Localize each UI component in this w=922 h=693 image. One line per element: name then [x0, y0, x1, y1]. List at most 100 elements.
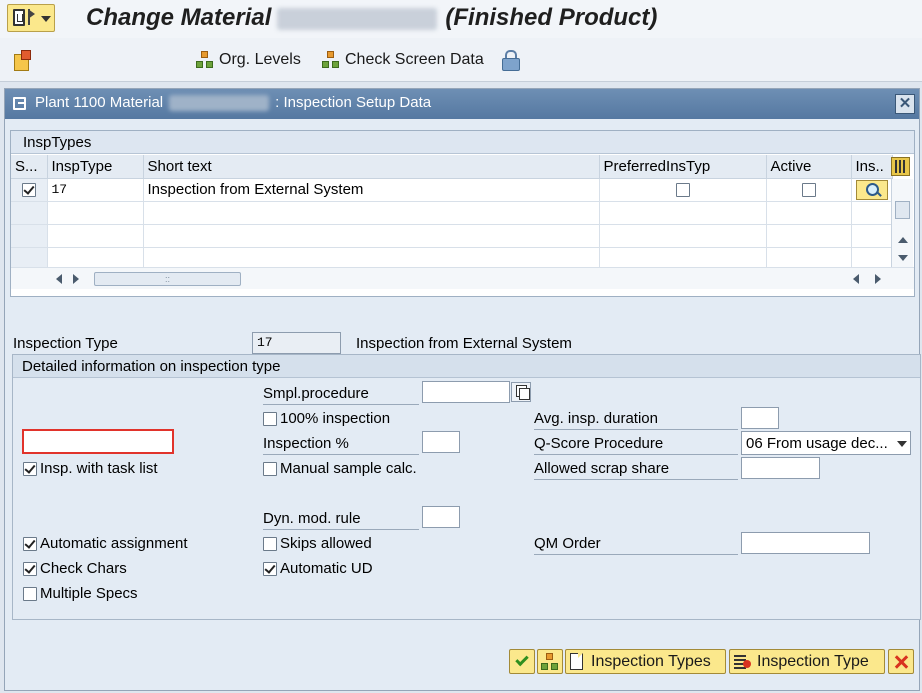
- menu-icon: [13, 9, 25, 26]
- detail-cell[interactable]: [851, 178, 893, 202]
- inspection-type-button[interactable]: Inspection Type: [729, 649, 885, 674]
- row-selector[interactable]: [11, 224, 48, 248]
- multiple-specs-checkbox-box[interactable]: [23, 586, 37, 601]
- insp-types-table: InspTypes S... InspType Short text Prefe…: [10, 130, 915, 297]
- insp-types-grid: S... InspType Short text PreferredInsTyp…: [11, 155, 893, 271]
- vertical-scrollbar[interactable]: [891, 179, 913, 267]
- insp-task-list-checkbox-box[interactable]: [23, 461, 37, 476]
- inspection-pct-input[interactable]: [422, 431, 460, 453]
- dialog-icon: [13, 97, 26, 110]
- preferred-checkbox[interactable]: [675, 183, 690, 198]
- copy-icon[interactable]: [511, 382, 531, 402]
- insp-task-list-checkbox[interactable]: Insp. with task list: [23, 460, 158, 477]
- close-icon[interactable]: ✕: [895, 94, 915, 114]
- qm-order-label: QM Order: [534, 535, 601, 552]
- org-levels-button[interactable]: Org. Levels: [196, 48, 301, 72]
- check-icon: [515, 652, 529, 667]
- dyn-mod-rule-input[interactable]: [422, 506, 460, 528]
- hierarchy-icon: [541, 652, 559, 671]
- scroll-thumb[interactable]: [895, 201, 910, 219]
- preferred-cell[interactable]: [599, 178, 767, 202]
- inspection-pct-label: Inspection %: [263, 435, 349, 452]
- active-cell[interactable]: [766, 178, 852, 202]
- qscore-dropdown[interactable]: 06 From usage dec...: [741, 431, 911, 455]
- pct100-checkbox[interactable]: 100% inspection: [263, 410, 390, 427]
- table-row[interactable]: 17 Inspection from External System: [11, 178, 893, 202]
- auto-assign-label: Automatic assignment: [40, 535, 188, 552]
- cancel-icon: [894, 655, 908, 669]
- org-levels-label: Org. Levels: [219, 51, 301, 68]
- column-config-icon[interactable]: [891, 157, 910, 176]
- lock-button[interactable]: [502, 48, 520, 72]
- qm-order-input[interactable]: [741, 532, 870, 554]
- application-toolbar: Org. Levels Check Screen Data: [0, 38, 922, 82]
- confirm-button[interactable]: [509, 649, 535, 674]
- dyn-mod-rule-label: Dyn. mod. rule: [263, 510, 361, 527]
- table-row[interactable]: [11, 224, 893, 248]
- manual-sample-checkbox[interactable]: Manual sample calc.: [263, 460, 417, 477]
- check-screen-icon: [322, 51, 340, 69]
- check-screen-data-button[interactable]: Check Screen Data: [322, 48, 484, 72]
- auto-assign-checkbox[interactable]: Automatic assignment: [23, 535, 188, 552]
- check-chars-checkbox-box[interactable]: [23, 561, 37, 576]
- check-chars-checkbox[interactable]: Check Chars: [23, 560, 127, 577]
- page-title: Change Material (Finished Product): [86, 4, 657, 34]
- auto-ud-checkbox[interactable]: Automatic UD: [263, 560, 373, 577]
- skips-allowed-label: Skips allowed: [280, 535, 372, 552]
- column-header-preferred[interactable]: PreferredInsTyp: [599, 155, 767, 179]
- title-bar: Change Material (Finished Product): [0, 0, 922, 38]
- column-header-ins[interactable]: Ins..: [851, 155, 893, 179]
- avg-duration-input[interactable]: [741, 407, 779, 429]
- row-selector[interactable]: [11, 201, 48, 225]
- row-selector[interactable]: [11, 178, 48, 202]
- active-checkbox[interactable]: [801, 183, 816, 198]
- insp-task-list-label: Insp. with task list: [40, 460, 158, 477]
- table-title: InspTypes: [23, 134, 92, 151]
- skips-allowed-checkbox-box[interactable]: [263, 536, 277, 551]
- scroll-up-icon[interactable]: [898, 237, 908, 243]
- skips-allowed-checkbox[interactable]: Skips allowed: [263, 535, 372, 552]
- smpl-procedure-input[interactable]: [422, 381, 510, 403]
- insp-type-cell[interactable]: 17: [47, 178, 144, 202]
- inspection-type-field: 17: [252, 332, 341, 354]
- group-title: Detailed information on inspection type: [22, 358, 281, 375]
- scroll-thumb[interactable]: ::: [94, 272, 241, 286]
- clipboard-icon: [12, 50, 31, 71]
- highlighted-empty-field[interactable]: [22, 429, 174, 454]
- row-selected-checkbox[interactable]: [21, 183, 36, 198]
- column-header-sel[interactable]: S...: [11, 155, 48, 179]
- table-row[interactable]: [11, 201, 893, 225]
- horizontal-scrollbar[interactable]: ::: [11, 267, 914, 289]
- auto-ud-label: Automatic UD: [280, 560, 373, 577]
- group-header: Detailed information on inspection type: [13, 355, 920, 378]
- inspection-type-button-label: Inspection Type: [757, 652, 869, 670]
- hierarchy-icon: [196, 51, 214, 69]
- cancel-button[interactable]: [888, 649, 914, 674]
- system-menu-button[interactable]: [7, 4, 55, 32]
- multiple-specs-checkbox[interactable]: Multiple Specs: [23, 585, 138, 602]
- column-header-short-text[interactable]: Short text: [143, 155, 600, 179]
- org-levels-dialog-button[interactable]: [537, 649, 563, 674]
- page-title-suffix: (Finished Product): [445, 4, 658, 31]
- detail-icon[interactable]: [855, 179, 888, 200]
- scrap-share-input[interactable]: [741, 457, 820, 479]
- scroll-down-icon[interactable]: [898, 255, 908, 261]
- avg-duration-label: Avg. insp. duration: [534, 410, 658, 427]
- auto-ud-checkbox-box[interactable]: [263, 561, 277, 576]
- dropdown-arrow-icon[interactable]: [897, 441, 907, 447]
- scroll-right-icon[interactable]: [73, 274, 79, 284]
- qscore-value: 06 From usage dec...: [746, 435, 888, 452]
- column-header-insptype[interactable]: InspType: [47, 155, 144, 179]
- scroll-right-icon[interactable]: [875, 274, 881, 284]
- chevron-down-icon: [41, 16, 51, 22]
- short-text-cell[interactable]: Inspection from External System: [143, 178, 600, 202]
- manual-sample-checkbox-box[interactable]: [263, 461, 277, 476]
- pct100-checkbox-box[interactable]: [263, 411, 277, 426]
- scroll-left-icon[interactable]: [56, 274, 62, 284]
- auto-assign-checkbox-box[interactable]: [23, 536, 37, 551]
- scroll-left-icon[interactable]: [853, 274, 859, 284]
- inspection-types-button[interactable]: Inspection Types: [565, 649, 726, 674]
- clipboard-button[interactable]: [12, 48, 31, 72]
- inspection-type-value: 17: [257, 335, 273, 350]
- column-header-active[interactable]: Active: [766, 155, 852, 179]
